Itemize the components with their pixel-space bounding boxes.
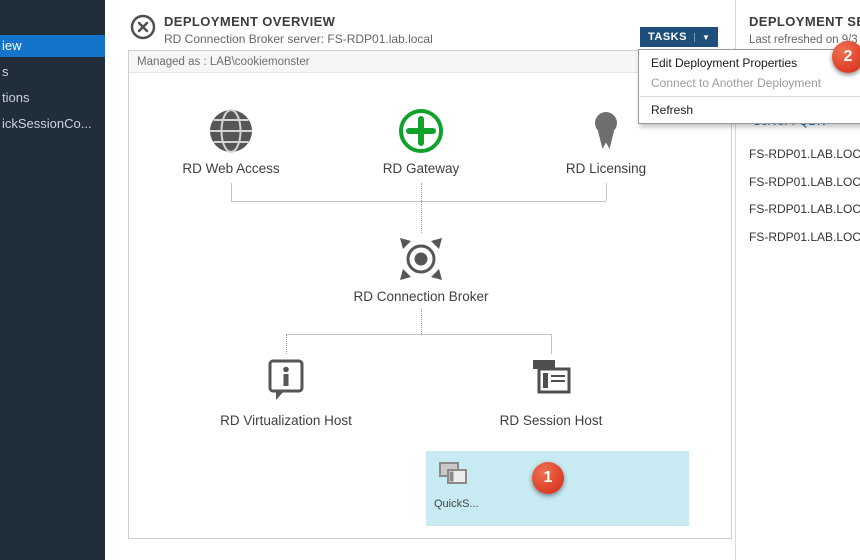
menu-item-refresh[interactable]: Refresh xyxy=(639,100,860,120)
tasks-button-label: TASKS xyxy=(648,31,687,43)
sidebar-item-servers[interactable]: s xyxy=(0,61,105,83)
page-subtitle: RD Connection Broker server: FS-RDP01.la… xyxy=(164,32,433,46)
rd-licensing-icon[interactable] xyxy=(580,105,632,162)
step-badge-1: 1 xyxy=(532,462,564,494)
rd-connection-broker-icon[interactable] xyxy=(394,232,448,291)
deployment-servers-title: DEPLOYMENT SERVERS xyxy=(749,14,860,29)
chevron-down-icon[interactable]: ▼ xyxy=(694,33,710,42)
connector-line xyxy=(231,183,232,201)
rd-session-host-label: RD Session Host xyxy=(451,413,651,428)
menu-item-edit-deployment-properties[interactable]: Edit Deployment Properties xyxy=(639,53,860,73)
quick-session-collection-tile[interactable]: QuickS... 1 xyxy=(426,451,689,526)
collection-name-label: QuickS... xyxy=(434,498,479,510)
rd-connection-broker-label: RD Connection Broker xyxy=(321,289,521,304)
connector-line xyxy=(231,201,606,202)
server-list: FS-RDP01.LAB.LOCAL FS-RDP01.LAB.LOCAL FS… xyxy=(749,141,860,251)
connector-line xyxy=(551,334,552,354)
rd-virtualization-host-label: RD Virtualization Host xyxy=(186,413,386,428)
rd-gateway-label: RD Gateway xyxy=(341,161,501,176)
connector-line xyxy=(286,334,551,335)
step-badge-2: 2 xyxy=(832,41,860,73)
rd-virtualization-host-icon[interactable] xyxy=(262,355,310,408)
server-row[interactable]: FS-RDP01.LAB.LOCAL xyxy=(749,141,860,169)
server-row[interactable]: FS-RDP01.LAB.LOCAL xyxy=(749,224,860,252)
connector-line xyxy=(421,309,422,334)
rd-gateway-add-icon[interactable] xyxy=(395,105,447,162)
deployment-overview-icon xyxy=(130,14,156,40)
sidebar-item-collections[interactable]: tions xyxy=(0,87,105,109)
connector-line xyxy=(286,334,287,354)
rd-web-access-label: RD Web Access xyxy=(151,161,311,176)
connector-line xyxy=(421,183,422,233)
server-row[interactable]: FS-RDP01.LAB.LOCAL xyxy=(749,169,860,197)
tasks-menu: Edit Deployment Properties Connect to An… xyxy=(638,49,860,124)
server-row[interactable]: FS-RDP01.LAB.LOCAL xyxy=(749,196,860,224)
rd-web-access-icon[interactable] xyxy=(205,105,257,162)
sidebar-item-overview[interactable]: iew xyxy=(0,35,105,57)
server-manager-window: iew s tions ickSessionCo... DEPLOYMENT O… xyxy=(0,0,860,560)
menu-separator xyxy=(640,96,860,97)
rd-session-host-icon[interactable] xyxy=(527,355,575,408)
menu-item-connect-to-another-deployment: Connect to Another Deployment xyxy=(639,73,860,93)
left-nav: iew s tions ickSessionCo... xyxy=(0,0,105,560)
sidebar-item-quicksessioncollection[interactable]: ickSessionCo... xyxy=(0,113,105,135)
tasks-button[interactable]: TASKS ▼ xyxy=(640,27,718,47)
connector-line xyxy=(606,183,607,201)
session-collection-icon xyxy=(436,459,472,500)
rd-licensing-label: RD Licensing xyxy=(526,161,686,176)
page-title: DEPLOYMENT OVERVIEW xyxy=(164,14,335,29)
